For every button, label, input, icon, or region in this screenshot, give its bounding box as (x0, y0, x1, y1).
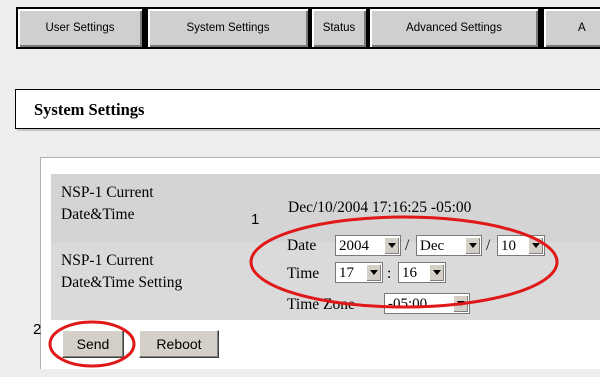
page-title: System Settings (34, 100, 145, 119)
chevron-down-icon (429, 264, 444, 281)
hour-select[interactable]: 17 (335, 262, 383, 283)
chevron-down-icon (366, 264, 381, 281)
hour-value: 17 (339, 265, 354, 281)
chevron-down-icon (528, 237, 543, 254)
month-value: Dec (420, 238, 445, 254)
chevron-down-icon (384, 237, 399, 254)
tab-status[interactable]: Status (312, 9, 366, 47)
current-datetime-label-1: NSP-1 Current (61, 184, 154, 201)
time-separator: : (387, 265, 392, 282)
tab-bar: User Settings System Settings Status Adv… (16, 7, 600, 49)
timezone-label: Time Zone (287, 296, 355, 313)
time-label: Time (287, 265, 320, 282)
minute-value: 16 (402, 265, 417, 281)
chevron-down-icon (453, 295, 468, 312)
year-value: 2004 (339, 238, 369, 254)
setting-label-1: NSP-1 Current (61, 252, 154, 269)
current-datetime-row: NSP-1 Current Date&Time Dec/10/2004 17:1… (51, 174, 600, 242)
send-button[interactable]: Send (62, 330, 124, 358)
minute-select[interactable]: 16 (398, 262, 446, 283)
tab-more[interactable]: A (544, 9, 600, 47)
date-separator: / (486, 237, 491, 254)
date-label: Date (287, 237, 317, 254)
timezone-value: -05:00 (388, 296, 428, 312)
tab-system-settings[interactable]: System Settings (148, 9, 308, 47)
section-header: System Settings (15, 89, 600, 129)
year-select[interactable]: 2004 (335, 235, 401, 256)
reboot-button[interactable]: Reboot (139, 330, 219, 358)
day-value: 10 (501, 238, 516, 254)
tab-user-settings[interactable]: User Settings (18, 9, 142, 47)
settings-panel: NSP-1 Current Date&Time Dec/10/2004 17:1… (40, 157, 600, 369)
annotation-number-1: 1 (251, 211, 260, 228)
tab-advanced-settings[interactable]: Advanced Settings (370, 9, 538, 47)
annotation-number-2: 2 (33, 321, 42, 338)
chevron-down-icon (465, 237, 480, 254)
setting-label-2: Date&Time Setting (61, 274, 183, 291)
month-select[interactable]: Dec (416, 235, 482, 256)
timezone-select[interactable]: -05:00 (384, 293, 470, 314)
day-select[interactable]: 10 (497, 235, 545, 256)
current-datetime-value: Dec/10/2004 17:16:25 -05:00 (288, 199, 472, 216)
current-datetime-label-2: Date&Time (61, 206, 135, 223)
date-separator: / (405, 237, 410, 254)
